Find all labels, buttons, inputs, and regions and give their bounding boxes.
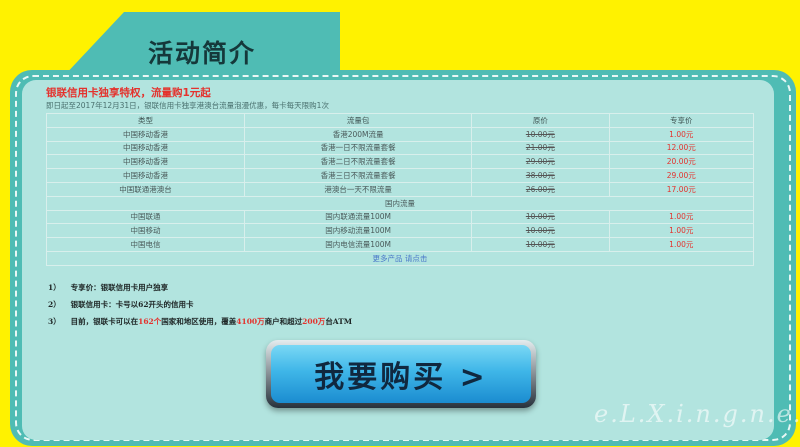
domestic-section-label: 国内流量 <box>46 195 754 211</box>
buy-button-label: 我要购买 > <box>314 360 488 395</box>
note-highlight: 200万 <box>302 317 326 326</box>
cell-package: 香港一日不限流量套餐 <box>244 140 473 156</box>
watermark: e.L.X.i.n.g.n.e.t <box>594 400 800 428</box>
note-text: 目前，银联卡可以在 <box>70 317 139 326</box>
cell-package: 香港三日不限流量套餐 <box>244 168 473 183</box>
table-row: 中国移动 国内移动流量100M 10.00元 1.00元 <box>45 223 755 239</box>
cell-package: 国内电信流量100M <box>244 237 473 252</box>
column-header: 原价 <box>471 113 610 128</box>
cell-original-price: 29.00元 <box>471 154 610 170</box>
cell-package: 港澳台一天不限流量 <box>244 181 473 197</box>
cell-special-price: 1.00元 <box>608 223 755 239</box>
note-number: 2） <box>48 300 61 309</box>
cell-special-price: 29.00元 <box>608 168 755 183</box>
cell-special-price: 12.00元 <box>608 140 755 156</box>
notes-list: 1） 专享价：银联信用卡用户独享 2） 银联信用卡：卡号以62开头的信用卡 3）… <box>48 279 352 330</box>
note-number: 1） <box>48 283 61 292</box>
cell-original-price: 10.00元 <box>471 209 610 225</box>
cell-package: 国内移动流量100M <box>244 223 473 239</box>
cell-special-price: 1.00元 <box>608 209 755 225</box>
table-row: 中国联通 国内联通流量100M 10.00元 1.00元 <box>45 209 755 225</box>
cell-type: 中国联通港澳台 <box>45 181 246 197</box>
table-row: 中国电信 国内电信流量100M 10.00元 1.00元 <box>45 237 755 252</box>
table-section-row: 国内流量 <box>46 195 754 211</box>
cell-type: 中国移动香港 <box>45 154 246 170</box>
cell-special-price: 20.00元 <box>608 154 755 170</box>
cell-type: 中国移动 <box>45 223 246 239</box>
title-tab: 活动简介 <box>62 12 340 78</box>
page-title: 活动简介 <box>148 39 257 68</box>
note-text: 银联信用卡：卡号以62开头的信用卡 <box>70 300 194 309</box>
column-header: 专享价 <box>608 113 755 128</box>
column-header: 流量包 <box>244 113 473 128</box>
note-item: 1） 专享价：银联信用卡用户独享 <box>48 279 352 296</box>
note-text: 商户和超过 <box>264 317 303 326</box>
cell-type: 中国移动香港 <box>45 168 246 183</box>
cell-package: 香港200M流量 <box>244 126 473 142</box>
cell-original-price: 26.00元 <box>471 181 610 197</box>
cell-original-price: 38.00元 <box>471 168 610 183</box>
table-row: 中国移动香港 香港一日不限流量套餐 21.00元 12.00元 <box>45 140 755 156</box>
cell-special-price: 17.00元 <box>608 181 755 197</box>
promo-subline: 即日起至2017年12月31日，银联信用卡独享港澳台流量泡漫优惠，每卡每天限购1… <box>46 101 329 110</box>
cell-special-price: 1.00元 <box>608 126 755 142</box>
cell-original-price: 10.00元 <box>471 237 610 252</box>
cell-original-price: 10.00元 <box>471 223 610 239</box>
table-row: 中国移动香港 香港200M流量 10.00元 1.00元 <box>45 126 755 142</box>
column-header: 类型 <box>45 113 246 128</box>
note-number: 3） <box>48 317 61 326</box>
cell-package: 国内联通流量100M <box>244 209 473 225</box>
price-table: 类型 流量包 原价 专享价 中国移动香港 香港200M流量 10.00元 1.0… <box>45 113 755 266</box>
note-highlight: 162个 <box>138 317 162 326</box>
table-row: 中国联通港澳台 港澳台一天不限流量 26.00元 17.00元 <box>45 181 755 197</box>
note-highlight: 4100万 <box>236 317 265 326</box>
note-item: 3） 目前，银联卡可以在162个国家和地区使用，覆盖4100万商户和超过200万… <box>48 313 352 330</box>
cell-original-price: 10.00元 <box>471 126 610 142</box>
cell-package: 香港二日不限流量套餐 <box>244 154 473 170</box>
table-row: 中国移动香港 香港二日不限流量套餐 29.00元 20.00元 <box>45 154 755 170</box>
note-text: 台ATM <box>325 317 353 326</box>
cell-special-price: 1.00元 <box>608 237 755 252</box>
buy-now-button[interactable]: 我要购买 > <box>266 340 536 408</box>
note-text: 国家和地区使用，覆盖 <box>161 317 237 326</box>
table-header-row: 类型 流量包 原价 专享价 <box>45 113 755 128</box>
cell-type: 中国移动香港 <box>45 126 246 142</box>
more-products-link[interactable]: 更多产品 请点击 <box>46 250 754 266</box>
cell-type: 中国联通 <box>45 209 246 225</box>
note-item: 2） 银联信用卡：卡号以62开头的信用卡 <box>48 296 352 313</box>
cell-original-price: 21.00元 <box>471 140 610 156</box>
table-row: 中国移动香港 香港三日不限流量套餐 38.00元 29.00元 <box>45 168 755 183</box>
table-more-row: 更多产品 请点击 <box>46 250 754 266</box>
promo-headline: 银联信用卡独享特权，流量购1元起 <box>46 87 211 99</box>
cell-type: 中国电信 <box>45 237 246 252</box>
note-text: 专享价：银联信用卡用户独享 <box>70 283 169 292</box>
buy-button-face[interactable]: 我要购买 > <box>271 345 531 403</box>
cell-type: 中国移动香港 <box>45 140 246 156</box>
